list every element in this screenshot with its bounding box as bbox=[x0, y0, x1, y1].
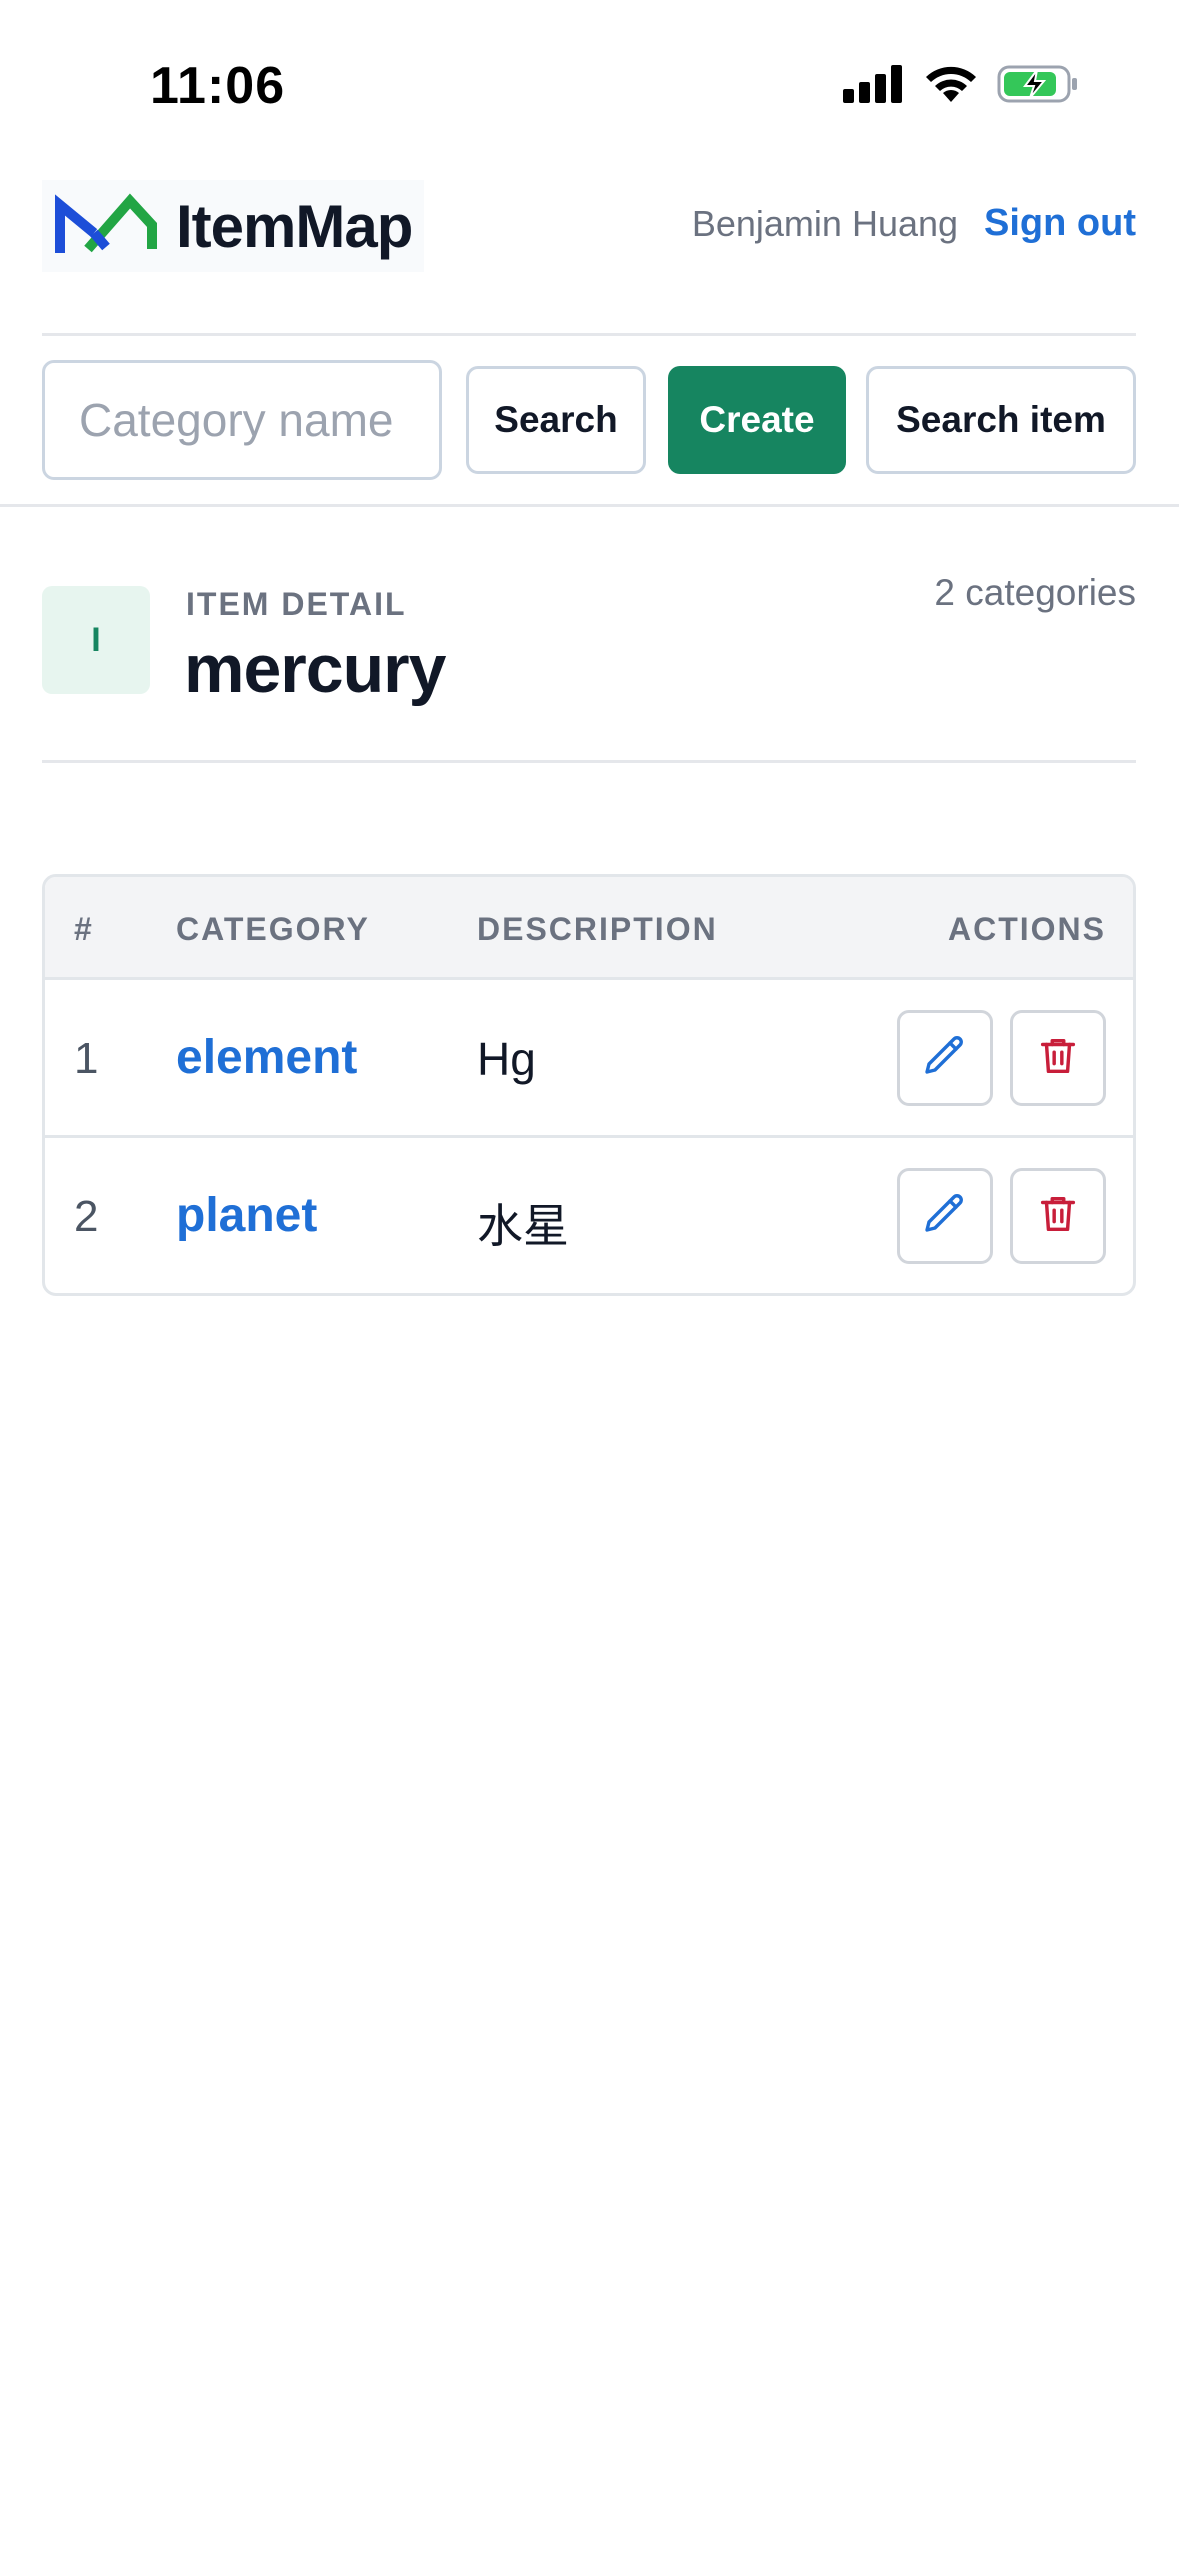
user-name: Benjamin Huang bbox=[691, 202, 959, 244]
pencil-icon bbox=[921, 1190, 969, 1243]
trash-icon bbox=[1035, 1191, 1081, 1242]
column-header-description: DESCRIPTION bbox=[477, 911, 718, 947]
user-area: Benjamin Huang Sign out bbox=[692, 202, 1136, 245]
category-link[interactable]: planet bbox=[176, 1188, 317, 1243]
wifi-icon bbox=[923, 64, 979, 109]
toolbar-divider bbox=[0, 504, 1179, 507]
battery-charging-icon bbox=[997, 64, 1079, 109]
app-name: ItemMap bbox=[176, 192, 413, 260]
category-link[interactable]: element bbox=[176, 1030, 357, 1085]
category-description: Hg bbox=[477, 1033, 536, 1085]
toolbar: Search Create Search item bbox=[42, 360, 1136, 480]
category-description: 水星 bbox=[477, 1200, 569, 1252]
app-header: ItemMap Benjamin Huang Sign out bbox=[42, 180, 1136, 330]
status-icons bbox=[843, 64, 1079, 109]
column-header-actions: ACTIONS bbox=[948, 911, 1106, 947]
category-count: 2 categories bbox=[934, 572, 1136, 613]
pencil-icon bbox=[921, 1032, 969, 1085]
column-header-category: CATEGORY bbox=[176, 911, 370, 947]
status-bar: 11:06 bbox=[0, 0, 1179, 150]
trash-icon bbox=[1035, 1033, 1081, 1084]
detail-divider bbox=[42, 760, 1136, 763]
status-time: 11:06 bbox=[150, 57, 286, 115]
category-name-input[interactable] bbox=[42, 360, 442, 480]
app-logo[interactable]: ItemMap bbox=[42, 180, 425, 272]
header-divider bbox=[42, 333, 1136, 336]
item-detail-label: ITEM DETAIL bbox=[186, 586, 407, 622]
itemmap-logo-icon bbox=[54, 189, 158, 264]
sign-out-link[interactable]: Sign out bbox=[984, 202, 1136, 245]
search-button[interactable]: Search bbox=[466, 366, 646, 474]
cellular-signal-icon bbox=[843, 65, 905, 108]
categories-table: # CATEGORY DESCRIPTION ACTIONS 1 element… bbox=[42, 874, 1136, 1296]
table-row: 1 element Hg bbox=[45, 980, 1133, 1138]
column-header-number: # bbox=[74, 911, 94, 947]
table-header: # CATEGORY DESCRIPTION ACTIONS bbox=[45, 877, 1133, 980]
edit-button[interactable] bbox=[897, 1168, 993, 1264]
search-item-button[interactable]: Search item bbox=[866, 366, 1136, 474]
table-row: 2 planet 水星 bbox=[45, 1138, 1133, 1293]
row-number: 1 bbox=[74, 1034, 99, 1083]
row-number: 2 bbox=[74, 1192, 99, 1241]
create-button[interactable]: Create bbox=[668, 366, 846, 474]
delete-button[interactable] bbox=[1010, 1010, 1106, 1106]
item-title: mercury bbox=[184, 631, 446, 707]
item-badge: I bbox=[42, 586, 150, 694]
edit-button[interactable] bbox=[897, 1010, 993, 1106]
delete-button[interactable] bbox=[1010, 1168, 1106, 1264]
